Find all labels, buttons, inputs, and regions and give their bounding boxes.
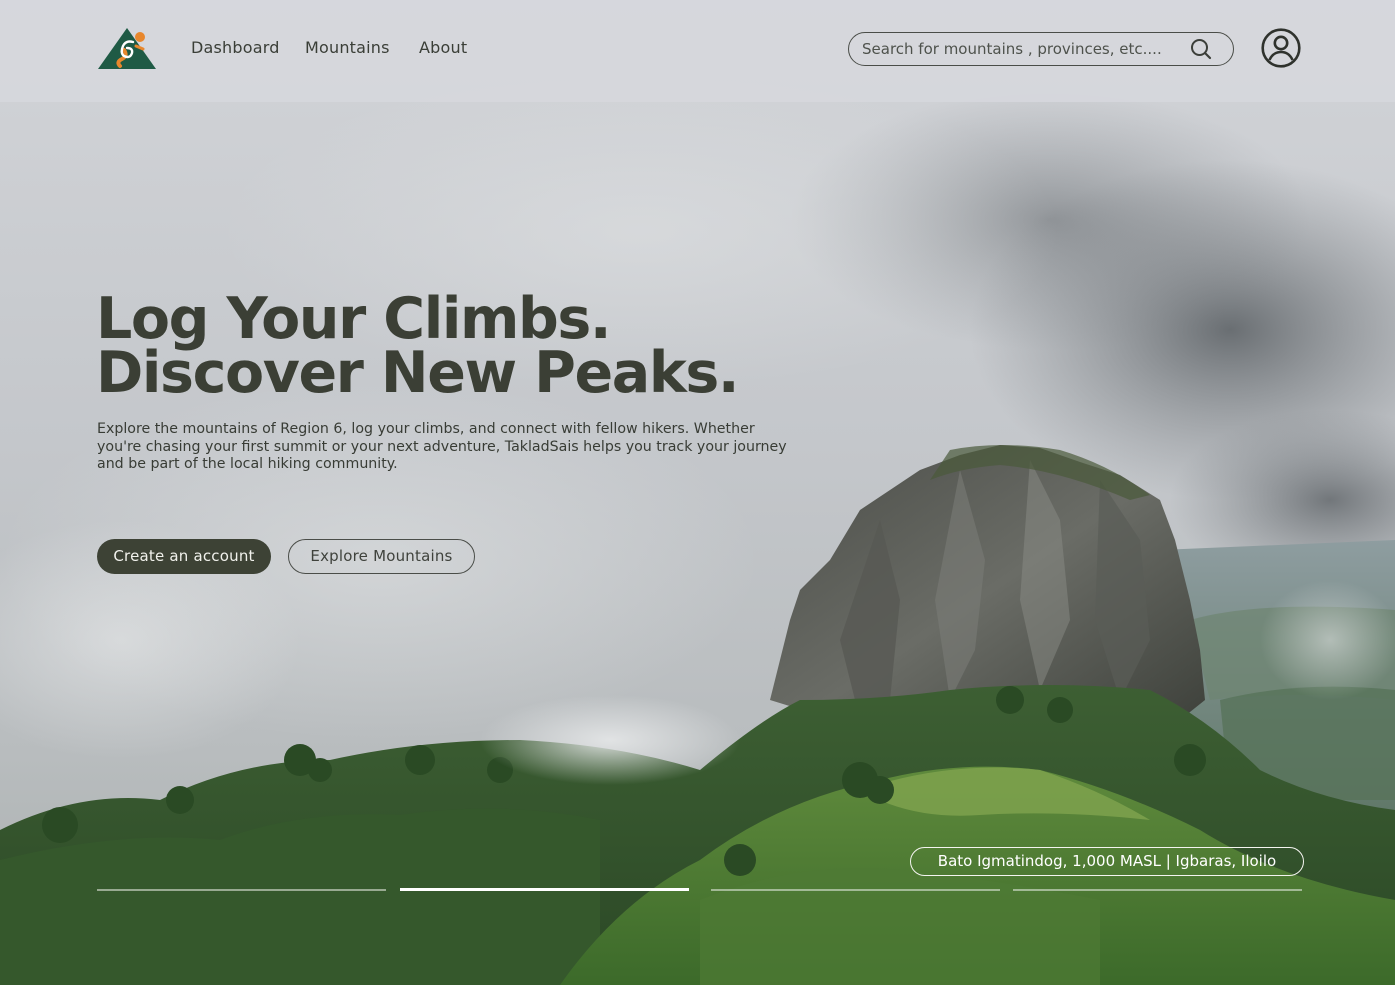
nav-link-about[interactable]: About [419,38,467,57]
mountain-6-logo-icon[interactable] [96,26,158,72]
slide-caption-badge: Bato Igmatindog, 1,000 MASL | Igbaras, I… [910,847,1304,876]
top-navigation-bar: Dashboard Mountains About [0,0,1395,102]
hero-title-line-2: Discover New Peaks. [96,340,740,406]
hero-title: Log Your Climbs. Discover New Peaks. [96,286,916,406]
nav-link-dashboard[interactable]: Dashboard [191,38,280,57]
carousel-indicator-3[interactable] [711,889,1000,891]
hero-title-line-1: Log Your Climbs. [96,286,612,352]
carousel-indicator-4[interactable] [1013,889,1302,891]
explore-mountains-button[interactable]: Explore Mountains [288,539,475,574]
carousel-indicator-1[interactable] [97,889,386,891]
search-icon[interactable] [1189,37,1213,61]
create-account-button[interactable]: Create an account [97,539,271,574]
user-circle-icon[interactable] [1261,28,1301,68]
search-bar [848,32,1234,66]
hero-description: Explore the mountains of Region 6, log y… [97,421,787,472]
hero-background-image [0,0,1395,985]
search-input[interactable] [862,38,1182,60]
carousel-indicator-2[interactable] [400,888,689,891]
nav-link-mountains[interactable]: Mountains [305,38,390,57]
carousel-indicators [97,888,1302,894]
